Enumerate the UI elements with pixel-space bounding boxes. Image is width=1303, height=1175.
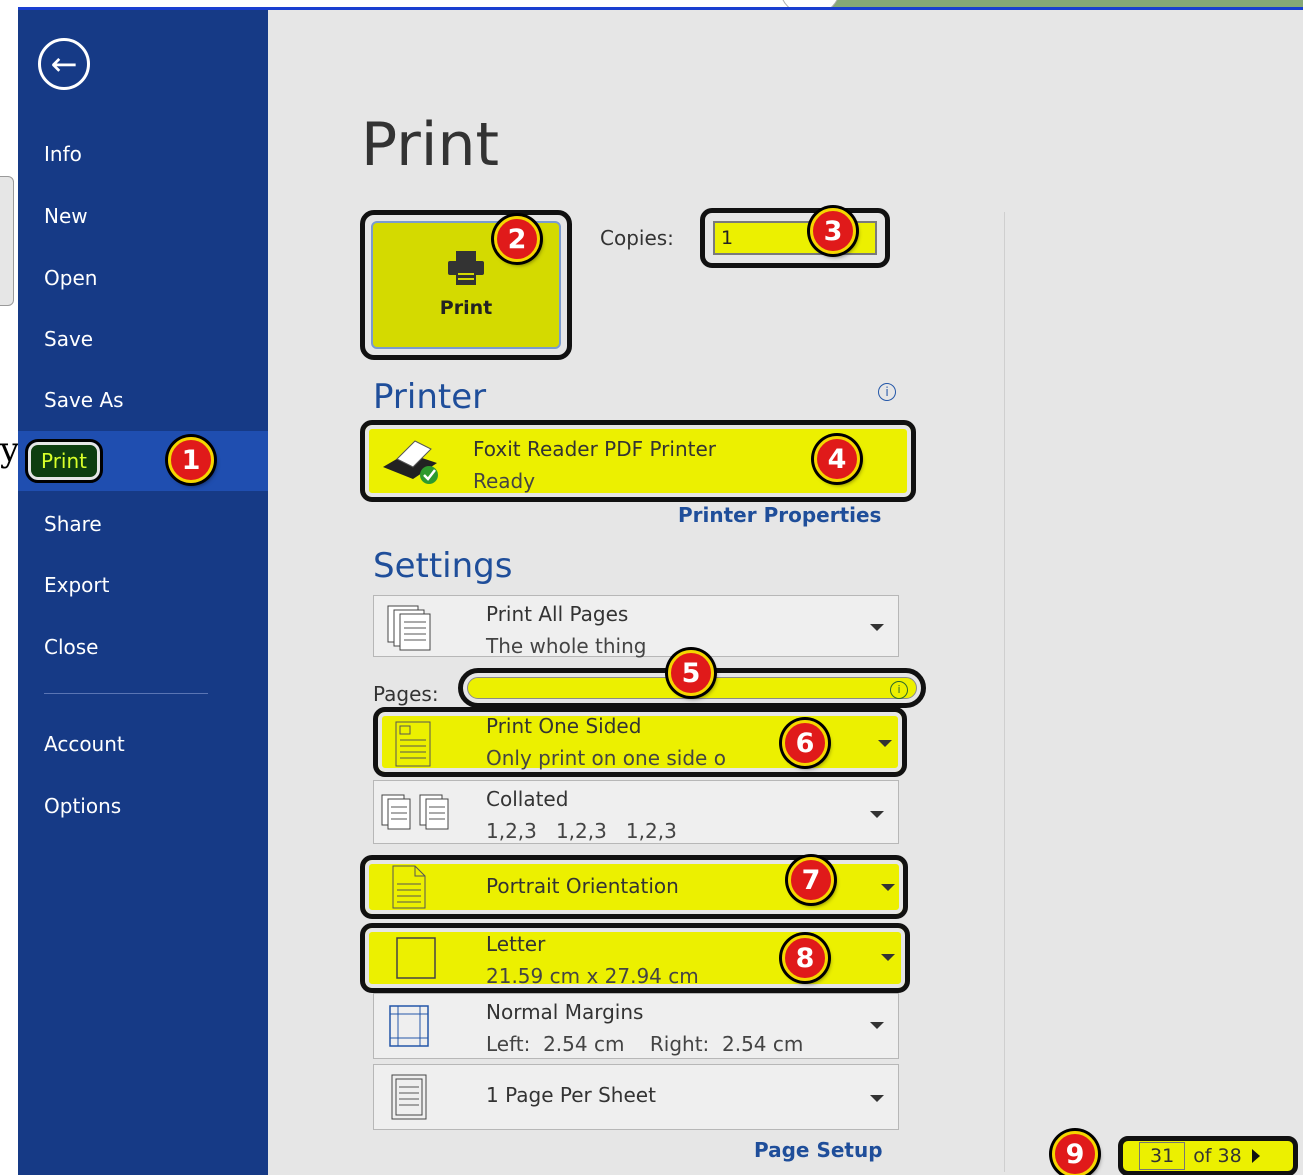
copies-highlight [700, 208, 890, 268]
chevron-down-icon [881, 954, 895, 961]
nav-label: Info [44, 142, 82, 166]
nav-label: Save As [44, 388, 124, 412]
paper-size-title: Letter [486, 932, 546, 956]
preview-pager: 31 of 38 [1118, 1136, 1298, 1175]
chevron-down-icon [878, 740, 892, 747]
callout-badge: 4 [814, 436, 860, 482]
collation-title: Collated [486, 787, 569, 811]
nav-label: Print [24, 439, 104, 483]
nav-label: Export [44, 573, 110, 597]
margins-select[interactable]: Normal Margins Left: 2.54 cm Right: 2.54… [373, 993, 899, 1059]
callout-badge: 5 [668, 650, 714, 696]
nav-label: New [44, 204, 88, 228]
nav-label: Save [44, 327, 94, 351]
paper-size-subtitle: 21.59 cm x 27.94 cm [486, 964, 699, 988]
nav-item-close[interactable]: Close [18, 617, 268, 677]
page-per-sheet-icon [391, 1074, 427, 1120]
callout-badge: 8 [782, 935, 828, 981]
chevron-down-icon [870, 1022, 884, 1029]
margins-title: Normal Margins [486, 1000, 644, 1024]
nav-item-share[interactable]: Share [18, 494, 268, 554]
next-page-icon[interactable] [1251, 1149, 1260, 1163]
nav-item-new[interactable]: New [18, 186, 268, 246]
margins-icon [389, 1005, 429, 1047]
printer-device-icon [383, 440, 438, 484]
sides-subtitle: Only print on one side o [486, 746, 726, 770]
info-icon[interactable]: i [890, 681, 908, 699]
chevron-down-icon [870, 811, 884, 818]
nav-item-options[interactable]: Options [18, 776, 268, 836]
preview-divider [1004, 212, 1005, 1172]
back-arrow-icon[interactable]: ← [38, 38, 90, 90]
pages-per-sheet-title: 1 Page Per Sheet [486, 1083, 656, 1107]
nav-label: Account [44, 732, 125, 756]
backstage-window: ← Info New Open Save Save As Print Share… [18, 7, 1303, 1175]
printer-heading: Printer [373, 377, 487, 417]
callout-badge: 2 [494, 216, 540, 262]
settings-heading: Settings [373, 546, 513, 586]
print-range-select[interactable]: Print All Pages The whole thing [373, 595, 899, 658]
orientation-title: Portrait Orientation [486, 874, 679, 898]
printer-name: Foxit Reader PDF Printer [473, 437, 716, 461]
copies-label: Copies: [600, 226, 674, 250]
current-page-input[interactable]: 31 [1139, 1142, 1186, 1170]
collation-select[interactable]: Collated 1,2,3 1,2,3 1,2,3 [373, 780, 899, 844]
nav-divider [44, 693, 208, 694]
callout-badge: 9 [1052, 1131, 1098, 1175]
page-title: Print [361, 110, 500, 180]
nav-label: Close [44, 635, 99, 659]
page-setup-link[interactable]: Page Setup [754, 1138, 883, 1162]
callout-badge: 3 [810, 208, 856, 254]
backstage-sidebar: ← Info New Open Save Save As Print Share… [18, 10, 268, 1175]
nav-item-account[interactable]: Account [18, 714, 268, 774]
chevron-down-icon [870, 1095, 884, 1102]
nav-label: Options [44, 794, 122, 818]
pages-per-sheet-select[interactable]: 1 Page Per Sheet [373, 1064, 899, 1130]
callout-badge: 6 [782, 720, 828, 766]
background-text-fragment: y [0, 430, 20, 470]
total-pages: of 38 [1193, 1145, 1242, 1167]
nav-label: Open [44, 266, 98, 290]
nav-item-open[interactable]: Open [18, 248, 268, 308]
paper-size-icon [396, 937, 436, 979]
pages-label: Pages: [373, 682, 439, 706]
print-button[interactable]: Print [360, 210, 572, 360]
portrait-page-icon [392, 865, 426, 909]
nav-label: Share [44, 512, 102, 536]
printer-status: Ready [473, 469, 536, 493]
sides-title: Print One Sided [486, 714, 642, 738]
nav-item-info[interactable]: Info [18, 124, 268, 184]
nav-item-save[interactable]: Save [18, 309, 268, 369]
callout-badge: 7 [788, 857, 834, 903]
collation-subtitle: 1,2,3 1,2,3 1,2,3 [486, 819, 677, 843]
collated-icon [381, 794, 449, 830]
printer-properties-link[interactable]: Printer Properties [678, 503, 881, 527]
info-icon[interactable]: i [878, 383, 896, 401]
chevron-down-icon [870, 624, 884, 631]
nav-item-print[interactable]: Print [18, 431, 268, 491]
chevron-down-icon [881, 884, 895, 891]
print-button-label: Print [439, 297, 493, 319]
margins-subtitle: Left: 2.54 cm Right: 2.54 cm [486, 1032, 804, 1056]
print-range-title: Print All Pages [486, 602, 629, 626]
nav-item-save-as[interactable]: Save As [18, 370, 268, 430]
background-window-fragment [0, 176, 14, 306]
nav-item-export[interactable]: Export [18, 555, 268, 615]
one-sided-icon [395, 721, 431, 767]
printer-icon [448, 251, 484, 285]
all-pages-icon [387, 605, 431, 651]
print-range-subtitle: The whole thing [486, 634, 647, 658]
callout-badge: 1 [168, 437, 214, 483]
